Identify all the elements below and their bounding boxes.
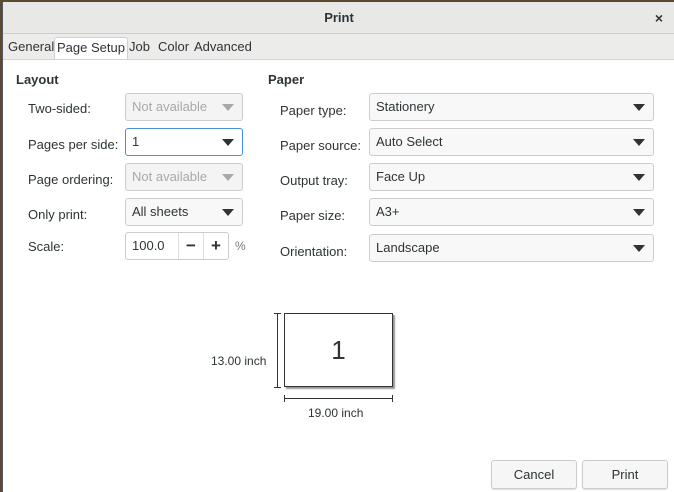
chevron-down-icon xyxy=(633,209,645,216)
dimension-tick xyxy=(284,395,285,402)
paper-type-label: Paper type: xyxy=(280,103,347,118)
title-bar: Print × xyxy=(3,2,674,34)
dimension-tick xyxy=(274,387,281,388)
tab-general[interactable]: General xyxy=(6,37,56,59)
layout-heading: Layout xyxy=(16,72,59,87)
dialog-title: Print xyxy=(324,10,354,25)
cancel-button[interactable]: Cancel xyxy=(491,460,577,489)
scale-increment-button[interactable]: + xyxy=(203,233,228,259)
tab-page-setup[interactable]: Page Setup xyxy=(54,37,128,59)
preview-height-label: 13.00 inch xyxy=(211,354,267,368)
orientation-select[interactable]: Landscape xyxy=(369,234,654,262)
close-icon[interactable]: × xyxy=(655,2,663,34)
paper-size-select[interactable]: A3+ xyxy=(369,198,654,226)
print-dialog: Print × General Page Setup Job Color Adv… xyxy=(2,2,674,492)
paper-source-label: Paper source: xyxy=(280,138,361,153)
page-ordering-value: Not available xyxy=(132,169,208,184)
pages-per-side-label: Pages per side: xyxy=(28,137,119,152)
page-preview: 1 xyxy=(284,313,393,387)
chevron-down-icon xyxy=(633,245,645,252)
pages-per-side-value: 1 xyxy=(132,134,140,149)
only-print-label: Only print: xyxy=(28,207,88,222)
page-ordering-select: Not available xyxy=(125,163,243,191)
tab-job[interactable]: Job xyxy=(127,37,152,59)
tab-color[interactable]: Color xyxy=(156,37,191,59)
scale-input[interactable]: 100.0 xyxy=(132,233,165,259)
two-sided-value: Not available xyxy=(132,99,208,114)
page-ordering-label: Page ordering: xyxy=(28,172,114,187)
height-dimension-line xyxy=(277,313,278,388)
two-sided-select: Not available xyxy=(125,93,243,121)
chevron-down-icon xyxy=(222,174,234,181)
dimension-tick xyxy=(392,395,393,402)
output-tray-label: Output tray: xyxy=(280,173,348,188)
chevron-down-icon xyxy=(222,104,234,111)
paper-size-label: Paper size: xyxy=(280,208,346,223)
scale-label: Scale: xyxy=(28,239,65,254)
print-button[interactable]: Print xyxy=(582,460,668,489)
chevron-down-icon xyxy=(222,209,234,216)
preview-page-number: 1 xyxy=(331,335,346,365)
chevron-down-icon xyxy=(222,139,234,146)
two-sided-label: Two-sided: xyxy=(28,101,91,116)
chevron-down-icon xyxy=(633,174,645,181)
output-tray-value: Face Up xyxy=(376,169,426,184)
tab-advanced[interactable]: Advanced xyxy=(192,37,254,59)
only-print-value: All sheets xyxy=(132,204,189,219)
dimension-tick xyxy=(274,313,281,314)
scale-unit: % xyxy=(235,239,246,253)
only-print-select[interactable]: All sheets xyxy=(125,198,243,226)
scale-spinbutton: 100.0 − + xyxy=(125,232,229,260)
chevron-down-icon xyxy=(633,139,645,146)
paper-type-value: Stationery xyxy=(376,99,435,114)
orientation-value: Landscape xyxy=(376,240,440,255)
paper-source-value: Auto Select xyxy=(376,134,443,149)
paper-source-select[interactable]: Auto Select xyxy=(369,128,654,156)
paper-type-select[interactable]: Stationery xyxy=(369,93,654,121)
pages-per-side-select[interactable]: 1 xyxy=(125,128,243,156)
chevron-down-icon xyxy=(633,104,645,111)
paper-heading: Paper xyxy=(268,72,305,87)
width-dimension-line xyxy=(284,398,393,399)
scale-decrement-button[interactable]: − xyxy=(178,233,203,259)
output-tray-select[interactable]: Face Up xyxy=(369,163,654,191)
preview-width-label: 19.00 inch xyxy=(308,406,364,420)
paper-size-value: A3+ xyxy=(376,204,400,219)
orientation-label: Orientation: xyxy=(280,244,348,259)
tab-bar: General Page Setup Job Color Advanced xyxy=(3,34,674,60)
